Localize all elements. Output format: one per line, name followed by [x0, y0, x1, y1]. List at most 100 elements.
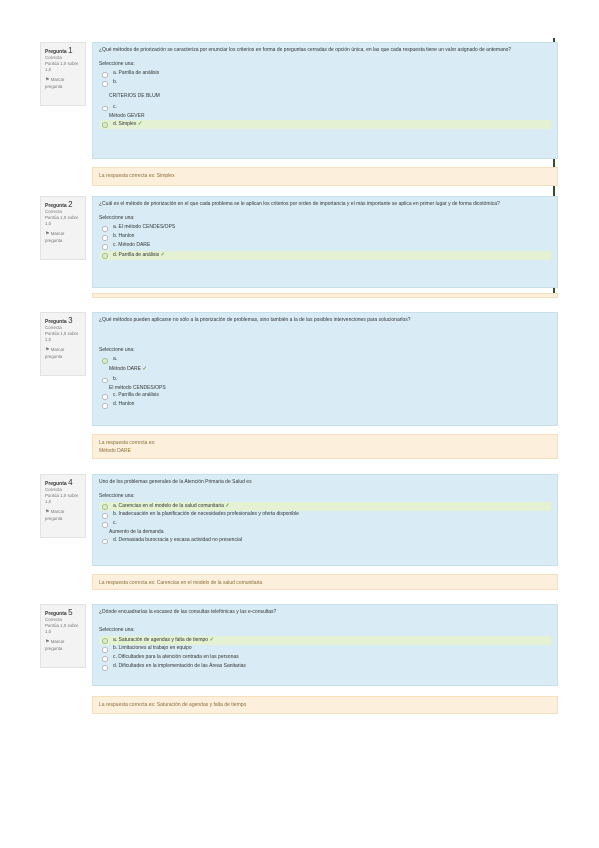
radio-button[interactable]	[102, 647, 108, 653]
question-grade: Puntúa 1,0 sobre 1,0	[45, 215, 79, 227]
flag-icon: ⚑	[45, 509, 50, 516]
option-b-text: El método CENDES/OPS	[109, 384, 166, 391]
answer-option-b[interactable]: b. Inadecuación en la planificación de n…	[99, 511, 551, 520]
flag-question-link[interactable]: ⚑ Marcar pregunta	[45, 347, 81, 360]
question-formulation: ¿Qué métodos pueden aplicarse no sólo a …	[92, 312, 558, 426]
option-b-text: CRITERIOS DE BLUM	[109, 93, 160, 99]
answer-option-d[interactable]: d. Demasiada burocracia y escasa activid…	[99, 537, 551, 546]
answer-option-a[interactable]: a. Método DARE ✓	[99, 356, 551, 374]
radio-button[interactable]	[102, 665, 108, 671]
question-text: ¿Cuál es el método de priorización en el…	[99, 201, 500, 207]
question-number: Pregunta 3	[45, 316, 73, 325]
question-number: Pregunta 1	[45, 46, 73, 55]
radio-button[interactable]	[102, 358, 108, 364]
select-prompt: Seleccione una:	[99, 214, 135, 221]
question-info: Pregunta 4 Correcta Puntúa 1,0 sobre 1,0…	[40, 474, 86, 538]
check-icon: ✓	[142, 366, 147, 372]
feedback-box: La respuesta correcta es: Simplex	[92, 167, 558, 186]
feedback-text: La respuesta correcta es: Carencias en e…	[99, 580, 263, 586]
select-prompt: Seleccione una:	[99, 626, 135, 633]
check-icon: ✓	[209, 637, 215, 643]
answer-option-d[interactable]: d. Simplex ✓	[99, 120, 551, 129]
radio-button[interactable]	[102, 522, 108, 528]
question-grade: Puntúa 1,0 sobre 1,0	[45, 331, 79, 343]
question-number: Pregunta 4	[45, 478, 73, 487]
question-info: Pregunta 2 Correcta Puntúa 1,0 sobre 1,0…	[40, 196, 86, 260]
select-prompt: Seleccione una:	[99, 346, 135, 353]
radio-button[interactable]	[102, 235, 108, 241]
question-info: Pregunta 3 Correcta Puntúa 1,0 sobre 1,0…	[40, 312, 86, 376]
question-formulation: ¿Dónde encuadrarías la escasez de las co…	[92, 604, 558, 686]
question-text: ¿Qué métodos pueden aplicarse no sólo a …	[99, 317, 411, 323]
answer-option-a[interactable]: a. Parrilla de análisis	[99, 70, 551, 79]
radio-button[interactable]	[102, 638, 108, 644]
radio-button[interactable]	[102, 81, 108, 87]
radio-button[interactable]	[102, 226, 108, 232]
question-grade: Puntúa 1,0 sobre 1,0	[45, 493, 79, 505]
flag-question-link[interactable]: ⚑ Marcar pregunta	[45, 231, 81, 244]
question-text: Uno de los problemas generales de la Ate…	[99, 479, 252, 485]
answer-option-a[interactable]: a. Saturación de agendas y falta de tiem…	[99, 636, 551, 645]
radio-button[interactable]	[102, 513, 108, 519]
feedback-box	[92, 293, 558, 298]
question-grade: Puntúa 1,0 sobre 1,0	[45, 623, 79, 635]
radio-button[interactable]	[102, 538, 108, 544]
radio-button[interactable]	[102, 403, 108, 409]
flag-question-link[interactable]: ⚑ Marcar pregunta	[45, 77, 81, 90]
answer-option-a[interactable]: a. Carencias en el modelo de la salud co…	[99, 502, 551, 511]
answer-option-d[interactable]: d. Parrilla de análisis ✓	[99, 251, 551, 260]
radio-button[interactable]	[102, 377, 108, 383]
feedback-answer: Método DARE	[99, 448, 131, 454]
answer-option-b[interactable]: b. Hanlon	[99, 233, 551, 242]
feedback-box: La respuesta correcta es: Saturación de …	[92, 696, 558, 714]
option-c-text: Aumento de la demanda	[109, 529, 164, 535]
radio-button[interactable]	[102, 394, 108, 400]
feedback-box: La respuesta correcta es: Carencias en e…	[92, 574, 558, 590]
answer-option-c[interactable]: c. Dificultades para la atención centrad…	[99, 654, 551, 663]
radio-button[interactable]	[102, 122, 108, 128]
radio-button[interactable]	[102, 72, 108, 78]
feedback-box: La respuesta correcta es: Método DARE	[92, 434, 558, 459]
feedback-text: La respuesta correcta es:	[99, 440, 156, 446]
check-icon: ✓	[160, 252, 166, 258]
answer-option-c[interactable]: c. Método DARE	[99, 242, 551, 251]
question-number: Pregunta 5	[45, 608, 73, 617]
radio-button[interactable]	[102, 253, 108, 259]
check-icon: ✓	[225, 503, 230, 509]
feedback-text: La respuesta correcta es: Simplex	[99, 173, 175, 179]
answer-option-c[interactable]: c. Parrilla de análisis	[99, 392, 551, 401]
answer-option-d[interactable]: d. Hanlon	[99, 401, 551, 410]
flag-question-link[interactable]: ⚑ Marcar pregunta	[45, 509, 81, 522]
question-grade: Puntúa 1,0 sobre 1,0	[45, 61, 79, 73]
select-prompt: Seleccione una:	[99, 492, 135, 499]
answer-option-a[interactable]: a. El método CENDES/OPS	[99, 224, 551, 233]
radio-button[interactable]	[102, 244, 108, 250]
question-info: Pregunta 5 Correcta Puntúa 1,0 sobre 1,0…	[40, 604, 86, 668]
question-formulation: Uno de los problemas generales de la Ate…	[92, 474, 558, 566]
check-icon: ✓	[137, 121, 143, 127]
question-formulation: ¿Cuál es el método de priorización en el…	[92, 196, 558, 288]
radio-button[interactable]	[102, 105, 108, 111]
answer-option-c[interactable]: c.	[99, 104, 551, 113]
radio-button[interactable]	[102, 504, 108, 510]
flag-icon: ⚑	[45, 347, 50, 354]
flag-icon: ⚑	[45, 639, 50, 646]
feedback-text: La respuesta correcta es: Saturación de …	[99, 702, 247, 708]
answer-option-c[interactable]: c.	[99, 520, 551, 529]
answer-option-b[interactable]: b. Limitaciones al trabajo en equipo	[99, 645, 551, 654]
question-number: Pregunta 2	[45, 200, 73, 209]
answer-option-d[interactable]: d. Dificultades en la implementación de …	[99, 663, 551, 672]
question-formulation: ¿Qué métodos de priorización se caracter…	[92, 42, 558, 159]
answer-option-b[interactable]: b.	[99, 376, 551, 385]
radio-button[interactable]	[102, 656, 108, 662]
question-info: Pregunta 1 Correcta Puntúa 1,0 sobre 1,0…	[40, 42, 86, 106]
select-prompt: Seleccione una:	[99, 60, 135, 67]
question-text: ¿Dónde encuadrarías la escasez de las co…	[99, 609, 277, 615]
flag-icon: ⚑	[45, 77, 50, 84]
question-text: ¿Qué métodos de priorización se caracter…	[99, 47, 512, 53]
flag-icon: ⚑	[45, 231, 50, 238]
answer-option-b[interactable]: b.	[99, 79, 551, 88]
option-a-text: Método DARE	[109, 366, 141, 372]
flag-question-link[interactable]: ⚑ Marcar pregunta	[45, 639, 81, 652]
option-c-text: Método GEVER	[109, 112, 145, 119]
